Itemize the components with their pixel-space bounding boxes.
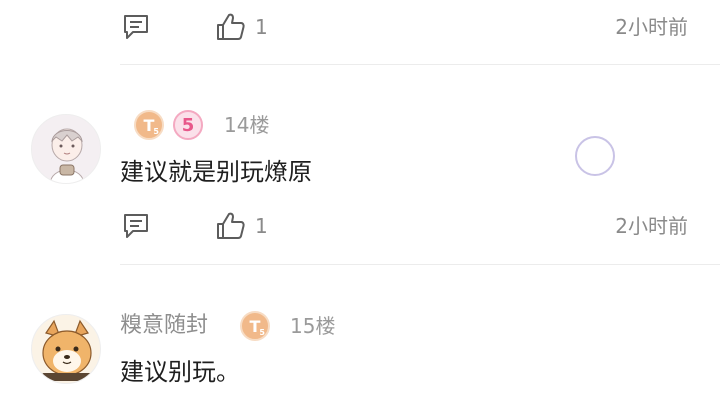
comment-text[interactable]: 建议别玩。 bbox=[120, 357, 240, 387]
thumb-up-icon[interactable] bbox=[215, 210, 247, 242]
comment-icon[interactable] bbox=[121, 12, 151, 42]
comment-actions-14: 1 2小时前 bbox=[0, 202, 720, 252]
comment-actions-13: 1 2小时前 bbox=[0, 2, 720, 52]
loading-indicator bbox=[575, 136, 615, 176]
username[interactable]: 糗意随封 bbox=[120, 313, 208, 339]
level-badge-5: 5 bbox=[173, 110, 203, 140]
thumb-up-icon[interactable] bbox=[215, 11, 247, 43]
badge-sub: 5 bbox=[153, 127, 159, 136]
comment-text[interactable]: 建议就是别玩燎原 bbox=[120, 157, 312, 187]
divider bbox=[120, 264, 720, 265]
level-badge-t: T 5 bbox=[134, 110, 164, 140]
timestamp: 2小时前 bbox=[615, 15, 688, 39]
floor-label: 14楼 bbox=[224, 113, 270, 137]
level-badge-t: T 5 bbox=[240, 311, 270, 341]
divider bbox=[120, 64, 720, 65]
like-count: 1 bbox=[255, 15, 268, 39]
timestamp: 2小时前 bbox=[615, 214, 688, 238]
badge-number: 5 bbox=[181, 114, 195, 136]
avatar-illustration bbox=[32, 315, 100, 383]
comment-icon[interactable] bbox=[121, 211, 151, 241]
badge-sub: 5 bbox=[259, 328, 265, 337]
like-count: 1 bbox=[255, 214, 268, 238]
avatar[interactable] bbox=[31, 114, 101, 184]
floor-label: 15楼 bbox=[290, 314, 336, 338]
avatar-illustration bbox=[32, 115, 100, 183]
avatar[interactable] bbox=[31, 314, 101, 384]
